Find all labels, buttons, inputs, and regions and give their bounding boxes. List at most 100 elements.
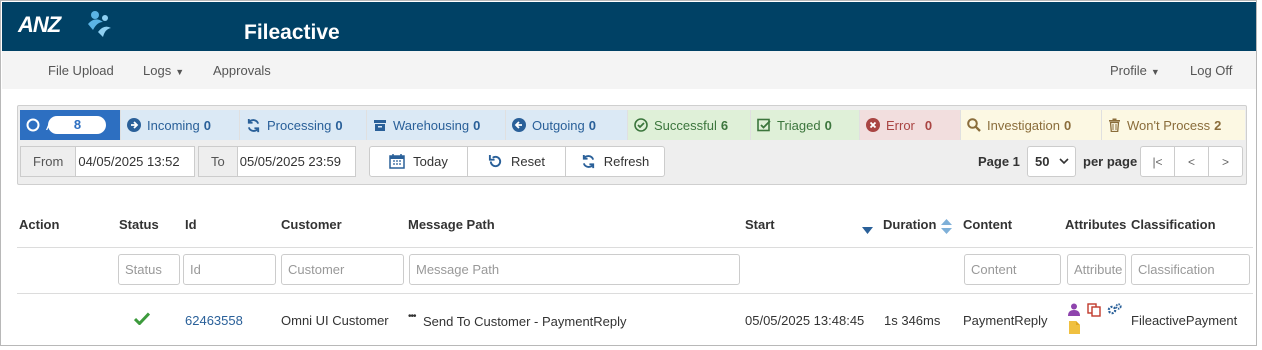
refresh-button[interactable]: Refresh [565, 146, 665, 177]
col-header-message-path[interactable]: Message Path [408, 217, 495, 232]
row-start: 05/05/2025 13:48:45 [745, 313, 865, 328]
app-title: Fileactive [244, 21, 340, 44]
next-page-button[interactable]: > [1208, 146, 1243, 177]
col-header-attributes[interactable]: Attributes [1065, 217, 1126, 232]
tab-investigation-label: Investigation [987, 117, 1060, 133]
classification-filter-input[interactable]: Classification [1131, 254, 1250, 285]
header-divider [17, 247, 1253, 248]
caret-down-icon: ▼ [175, 67, 185, 77]
tab-triaged-label: Triaged [777, 117, 821, 133]
per-page-value: 50 [1035, 154, 1050, 169]
filter-divider [17, 293, 1253, 294]
to-date-field[interactable]: To 05/05/2025 23:59 [198, 146, 356, 177]
from-label: From [21, 147, 77, 176]
copy-icon[interactable] [1087, 303, 1101, 317]
nav-file-upload[interactable]: File Upload [48, 63, 114, 78]
from-date-field[interactable]: From 04/05/2025 13:52 [20, 146, 195, 177]
tab-warehousing[interactable]: Warehousing 0 [367, 110, 506, 140]
reset-label: Reset [511, 154, 545, 169]
col-header-id[interactable]: Id [185, 217, 197, 232]
per-page-label: per page [1083, 154, 1138, 169]
status-filter-input[interactable]: Status [118, 254, 180, 285]
file-icon[interactable] [1069, 321, 1080, 334]
nav-approvals[interactable]: Approvals [213, 63, 271, 78]
refresh-icon [582, 154, 594, 169]
sort-desc-icon[interactable] [862, 227, 873, 235]
tab-processing-count: 0 [335, 117, 343, 133]
check-circle-icon [634, 118, 648, 132]
tab-error[interactable]: Error 0 [860, 110, 961, 140]
tab-triaged-count: 0 [824, 117, 832, 133]
tab-successful[interactable]: Successful 6 [628, 110, 751, 140]
nav-logs-label: Logs [143, 63, 172, 78]
tab-outgoing[interactable]: Outgoing 0 [506, 110, 628, 140]
tab-all-count: 8 [48, 116, 107, 134]
tab-wont-process-count: 2 [1214, 117, 1222, 133]
row-id-link[interactable]: 62463558 [185, 313, 243, 328]
sort-both-icon[interactable] [941, 219, 952, 234]
tab-investigation[interactable]: Investigation 0 [961, 110, 1102, 140]
id-filter-input[interactable]: Id [183, 254, 276, 285]
tab-warehousing-label: Warehousing [393, 117, 470, 133]
archive-icon [373, 118, 387, 132]
filter-panel: All 8 Incoming0 Processing0 Warehousing0… [17, 105, 1247, 185]
row-duration: 1s 346ms [884, 313, 941, 328]
search-icon [967, 118, 981, 132]
tab-wont-process-label: Won't Process [1127, 117, 1211, 133]
content-filter-input[interactable]: Content [964, 254, 1061, 285]
to-label: To [199, 147, 238, 176]
arrow-circle-left-icon [512, 118, 526, 132]
per-page-select[interactable]: 50 [1027, 146, 1076, 177]
calendar-icon [389, 154, 405, 169]
reset-button[interactable]: Reset [467, 146, 566, 177]
brand-logo: ANZ [18, 12, 61, 37]
col-header-content[interactable]: Content [963, 217, 1012, 232]
tab-incoming[interactable]: Incoming 0 [121, 110, 240, 140]
path-more-icon[interactable]: ••• [408, 311, 416, 322]
tab-all[interactable]: All 8 [20, 110, 121, 140]
user-icon[interactable] [1068, 303, 1080, 316]
nav-profile[interactable]: Profile ▼ [1110, 63, 1160, 78]
row-message-path: Send To Customer - PaymentReply [423, 314, 627, 329]
tab-processing[interactable]: Processing 0 [240, 110, 367, 140]
nav-log-off[interactable]: Log Off [1190, 63, 1232, 78]
tab-wont-process[interactable]: Won't Process 2 [1102, 110, 1245, 140]
from-date-value: 04/05/2025 13:52 [78, 154, 180, 169]
tab-outgoing-label: Outgoing [532, 117, 585, 133]
col-header-status[interactable]: Status [119, 217, 159, 232]
tab-triaged[interactable]: Triaged 0 [751, 110, 860, 140]
anz-people-icon [88, 11, 111, 37]
trash-icon [1108, 118, 1121, 132]
arrow-circle-right-icon [127, 118, 141, 132]
row-customer: Omni UI Customer [281, 313, 389, 328]
tab-processing-label: Processing [267, 117, 332, 133]
tab-error-label: Error [886, 117, 915, 133]
today-button[interactable]: Today [369, 146, 468, 177]
circle-icon [26, 118, 40, 132]
today-label: Today [413, 154, 448, 169]
nav-logs[interactable]: Logs ▼ [143, 63, 184, 78]
tab-successful-count: 6 [720, 117, 729, 133]
check-square-icon [757, 118, 771, 132]
message-path-filter-input[interactable]: Message Path [409, 254, 740, 285]
tab-incoming-label: Incoming [147, 117, 200, 133]
to-date-value: 05/05/2025 23:59 [239, 154, 341, 169]
col-header-start[interactable]: Start [745, 217, 775, 232]
cogs-icon[interactable] [1107, 303, 1122, 316]
tab-outgoing-count: 0 [588, 117, 596, 133]
row-content: PaymentReply [963, 313, 1048, 328]
chevron-down-icon [1059, 158, 1069, 165]
refresh-label: Refresh [603, 154, 650, 169]
col-header-duration[interactable]: Duration [883, 217, 936, 232]
refresh-icon [246, 118, 261, 133]
col-header-classification[interactable]: Classification [1131, 217, 1216, 232]
app-window: ANZ Fileactive File Upload Logs ▼ Approva… [0, 0, 1257, 346]
attributes-filter-input[interactable]: Attribute [1067, 254, 1126, 285]
col-header-customer[interactable]: Customer [281, 217, 342, 232]
row-classification: FileactivePayment [1131, 313, 1238, 328]
first-page-button[interactable]: |< [1140, 146, 1175, 177]
prev-page-button[interactable]: < [1174, 146, 1209, 177]
customer-filter-input[interactable]: Customer [281, 254, 404, 285]
tab-successful-label: Successful [654, 117, 717, 133]
tab-investigation-count: 0 [1064, 117, 1072, 133]
